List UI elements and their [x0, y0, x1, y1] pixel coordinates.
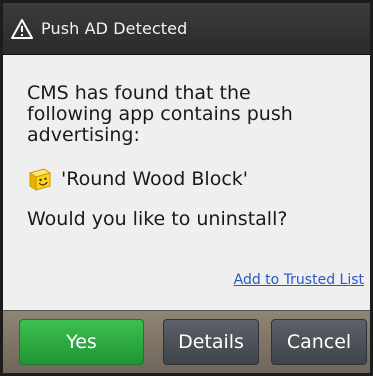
smiley-block-icon [27, 166, 53, 192]
app-row: 'Round Wood Block' [27, 166, 356, 192]
push-ad-dialog: Push AD Detected CMS has found that the … [0, 0, 373, 376]
dialog-title: Push AD Detected [41, 19, 188, 38]
dialog-button-bar: Yes Details Cancel [3, 310, 370, 373]
add-to-trusted-list-link[interactable]: Add to Trusted List [234, 272, 364, 288]
dialog-title-bar: Push AD Detected [3, 3, 370, 55]
uninstall-question: Would you like to uninstall? [27, 208, 288, 230]
dialog-body: CMS has found that the following app con… [3, 55, 370, 310]
app-name: 'Round Wood Block' [61, 168, 249, 190]
warning-triangle-icon [11, 18, 33, 39]
details-button[interactable]: Details [163, 319, 259, 365]
yes-button[interactable]: Yes [19, 319, 144, 365]
cancel-button[interactable]: Cancel [271, 319, 367, 365]
dialog-message: CMS has found that the following app con… [27, 82, 293, 146]
